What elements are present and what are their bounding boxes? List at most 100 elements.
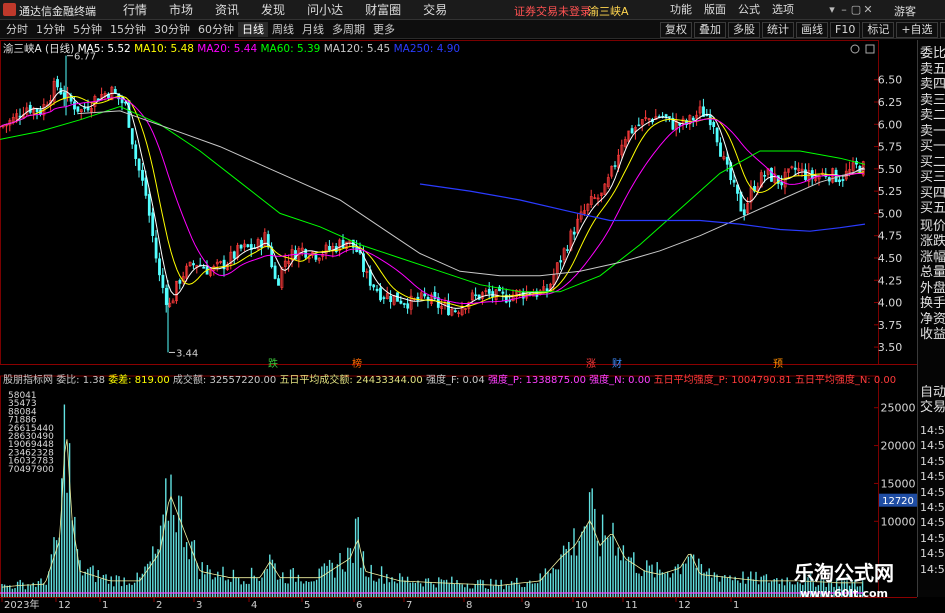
price-legend: 渝三峡A (日线) MA5: 5.52 MA10: 5.48 MA20: 5.4… <box>3 42 460 55</box>
tool-button[interactable]: 统计 <box>762 22 794 38</box>
event-marker[interactable]: 涨 <box>586 358 596 370</box>
quote-field-label: 涨幅 <box>920 249 945 265</box>
period-tab[interactable]: 更多 <box>369 22 399 37</box>
ma60-line <box>0 105 866 293</box>
right-menu-item[interactable]: 版面 <box>698 2 732 18</box>
candle-body <box>453 310 457 312</box>
candle-body <box>232 251 236 259</box>
candle-body <box>35 108 39 113</box>
app-logo <box>3 3 16 16</box>
auto-trade-title[interactable]: 自动 <box>920 385 945 400</box>
auto-trade-title[interactable]: 交易 <box>920 400 945 415</box>
candle-body <box>841 179 845 182</box>
dropdown-icon[interactable]: ▾ <box>826 2 838 18</box>
date-axis-svg: 2023年 12 1 2 3 4 5 6 7 8 9 10 11 12 1 <box>1 598 739 611</box>
candle-body <box>389 295 393 302</box>
order-book-label: 卖二 <box>920 108 945 123</box>
tool-button[interactable]: 画线 <box>796 22 828 38</box>
menu-item[interactable]: 交易 <box>412 2 458 18</box>
indicator-legend-item: 成交额: 32557220.00 <box>173 373 280 386</box>
candle-body <box>130 128 134 145</box>
candle-body <box>630 128 634 134</box>
candle-body <box>76 106 80 112</box>
volume-bars <box>1 404 864 597</box>
minimize-icon[interactable]: – <box>838 2 850 18</box>
menu-item[interactable]: 市场 <box>158 2 204 18</box>
candle-body <box>763 175 767 177</box>
maximize-panel-icon[interactable] <box>865 44 875 54</box>
tool-button[interactable]: 返回 <box>939 22 945 38</box>
candle-body <box>474 294 478 297</box>
kline-chart-area[interactable]: 6.50 6.25 6.00 5.75 5.50 5.25 5.00 4.75 4.50 4.25… <box>0 40 917 597</box>
candle-body <box>559 260 563 263</box>
quote-side-panel: 委比 卖五 卖四 卖三 卖二 卖一 买一 买二 买三 买四 买五 现价 涨跌 涨幅 总量 外盘 换手 净资 收益 自动… <box>917 40 945 597</box>
guest-user[interactable]: 游客 <box>894 3 916 19</box>
stacked-number: 70497900 <box>8 465 54 475</box>
price-tick-label: 6.25 <box>878 96 903 109</box>
menu-item[interactable]: 资讯 <box>204 2 250 18</box>
price-tick-label: 3.75 <box>878 319 903 332</box>
quote-field-label: 收益 <box>920 327 945 342</box>
period-tab[interactable]: 日线 <box>238 22 268 37</box>
period-tab[interactable]: 60分钟 <box>194 22 238 37</box>
period-tab[interactable]: 周线 <box>268 22 298 37</box>
candle-body <box>144 177 148 196</box>
menu-item[interactable]: 行情 <box>112 2 158 18</box>
right-menu-item[interactable]: 选项 <box>766 2 800 18</box>
ma-legend: MA5: 5.52 <box>78 43 135 55</box>
low-price-label: 3.44 <box>176 348 198 359</box>
candle-body <box>372 284 376 288</box>
close-icon[interactable]: ✕ <box>862 2 874 18</box>
price-tick-label: 6.00 <box>878 118 903 131</box>
candle-body <box>382 297 386 299</box>
volume-tick-label: 25000 <box>881 402 916 415</box>
watermark-url: www.60lt.com <box>800 587 889 600</box>
quote-field-label: 净资 <box>920 311 945 327</box>
candle-body <box>501 291 505 294</box>
menu-item[interactable]: 问小达 <box>296 2 354 18</box>
period-tab[interactable]: 分时 <box>2 22 32 37</box>
period-tab[interactable]: 多周期 <box>328 22 369 37</box>
period-tab[interactable]: 30分钟 <box>150 22 194 37</box>
volume-panel-frame <box>0 375 879 597</box>
tool-button[interactable]: 标记 <box>862 22 895 38</box>
event-marker[interactable]: 预 <box>773 358 783 370</box>
order-book-label: 卖三 <box>920 92 945 108</box>
candle-body <box>838 179 841 183</box>
quote-field-label: 外盘 <box>920 280 945 296</box>
event-marker[interactable]: 跌 <box>268 357 278 370</box>
ma-legend: MA20: 5.44 <box>197 43 260 55</box>
period-tab[interactable]: 15分钟 <box>106 22 150 37</box>
period-tab[interactable]: 1分钟 <box>32 22 69 37</box>
period-tab[interactable]: 5分钟 <box>69 22 106 37</box>
price-tick-label: 5.00 <box>878 207 903 220</box>
volume-tick-label: 15000 <box>881 477 916 490</box>
menu-item[interactable]: 财富圈 <box>354 2 412 18</box>
event-marker[interactable]: 榜 <box>352 357 362 370</box>
price-tick-label: 5.75 <box>878 141 903 154</box>
price-tick-label: 5.50 <box>878 163 903 176</box>
menu-item[interactable]: 发现 <box>250 2 296 18</box>
current-stock-name[interactable]: 渝三峡A <box>588 3 629 19</box>
tool-button[interactable]: F10 <box>830 22 861 38</box>
trade-login-warning[interactable]: 证券交易未登录 <box>514 3 591 19</box>
kline-chart-svg[interactable]: 6.50 6.25 6.00 5.75 5.50 5.25 5.00 4.75 4.50 4.25… <box>0 40 917 597</box>
candle-body <box>164 288 168 305</box>
tool-button[interactable]: 多股 <box>728 22 760 38</box>
right-menu-item[interactable]: 公式 <box>732 2 766 18</box>
candle-body <box>508 300 512 302</box>
tool-button[interactable]: 复权 <box>660 22 692 38</box>
right-menu-item[interactable]: 功能 <box>664 2 698 18</box>
tool-button[interactable]: +自选 <box>896 22 938 38</box>
order-book-label: 买三 <box>920 170 945 185</box>
ma-legend: MA60: 5.39 <box>260 43 323 55</box>
ma-legend: MA250: 4.90 <box>394 43 461 55</box>
candle-body <box>161 274 165 288</box>
candle-body <box>273 265 277 279</box>
period-tab[interactable]: 月线 <box>298 22 328 37</box>
candle-body <box>62 92 66 99</box>
tool-button[interactable]: 叠加 <box>694 22 726 38</box>
maximize-icon[interactable]: ▢ <box>850 2 862 18</box>
gear-icon[interactable] <box>850 44 860 54</box>
event-marker[interactable]: 财 <box>612 357 622 370</box>
